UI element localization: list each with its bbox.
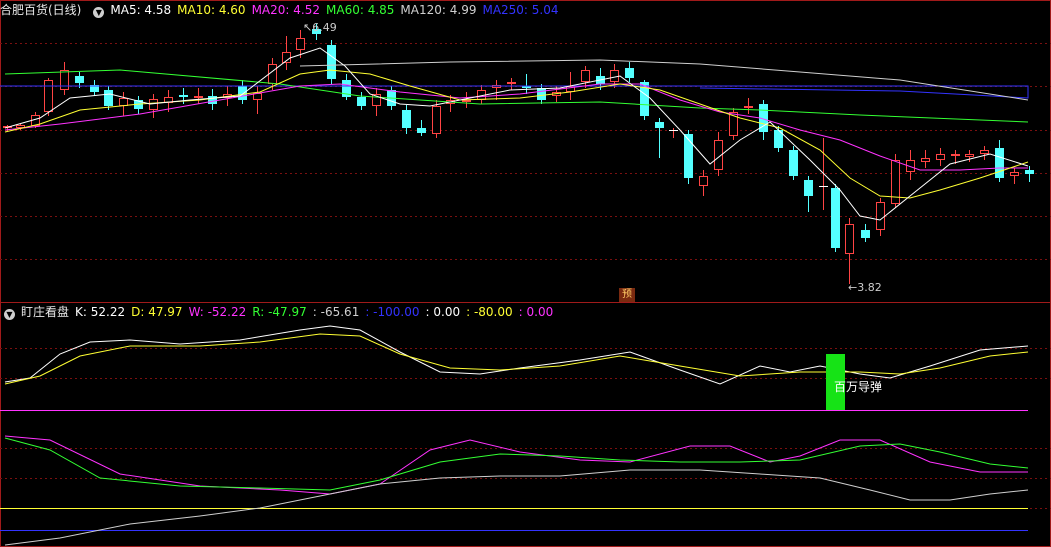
candle-body [537, 88, 546, 100]
indicator-value-2: W: -52.22 [188, 305, 247, 319]
r-line [4, 437, 1029, 491]
indicator-value-3: R: -47.97 [252, 305, 307, 319]
ma-legend-item-1: MA10: 4.60 [177, 3, 246, 17]
k-line [4, 325, 1029, 385]
candle-body [965, 154, 974, 157]
candle-body [655, 122, 664, 128]
candle-body [44, 80, 53, 112]
chart-frame [0, 0, 1051, 547]
high-price-label: ↖6.49 [303, 21, 337, 34]
kline-chart[interactable] [0, 0, 1051, 547]
candle-body [581, 70, 590, 82]
candle-body [507, 82, 516, 84]
candle-body [60, 70, 69, 90]
ma-legend-item-5: MA250: 5.04 [482, 3, 559, 17]
ma10-line [4, 69, 1029, 199]
candle-body [951, 154, 960, 156]
candle-body [119, 98, 128, 106]
forecast-badge[interactable]: 预 [619, 288, 635, 302]
candle-body [684, 134, 693, 178]
candle-body [104, 90, 113, 106]
candle-body [179, 95, 188, 97]
candle-body [921, 158, 930, 162]
candle-body [995, 148, 1004, 178]
candle-body [804, 180, 813, 196]
high-price-value: 6.49 [312, 21, 337, 34]
indicator-value-6: : 0.00 [425, 305, 461, 319]
indicator-value-1: D: 47.97 [131, 305, 183, 319]
indicator-value-5: : -100.00 [365, 305, 420, 319]
indicator-header: ▼ 盯庄看盘 K: 52.22 D: 47.97 W: -52.22 R: -47.97:… [0, 304, 559, 320]
stock-title: 合肥百货(日线) [0, 3, 82, 17]
ma-legend-item-0: MA5: 4.58 [110, 3, 172, 17]
candle-body [831, 188, 840, 248]
d-line [4, 333, 1029, 385]
candle-body [327, 45, 336, 79]
candle-body [238, 86, 247, 100]
candle-body [149, 99, 158, 110]
candle-body [845, 224, 854, 254]
indicator-toggle-icon[interactable]: ▼ [4, 309, 15, 320]
candle-body [1010, 172, 1019, 176]
signal-label: 百万导弹 [834, 380, 883, 394]
candle-body [744, 106, 753, 108]
ma20-line [4, 83, 1028, 171]
indicator-value-8: : 0.00 [518, 305, 554, 319]
candle-body [208, 96, 217, 104]
main-chart-header: 合肥百货(日线) ▼ MA5: 4.58 MA10: 4.60 MA20: 4.52 MA… [0, 2, 565, 18]
candle-body [296, 38, 305, 50]
low-price-label: ←3.82 [848, 281, 882, 294]
candle-body [936, 154, 945, 160]
candle-body [357, 97, 366, 106]
candle-body [402, 110, 411, 128]
candle-body [980, 150, 989, 154]
ma-legend-item-3: MA60: 4.85 [326, 3, 395, 17]
candle-body [75, 76, 84, 83]
w-line [4, 435, 1028, 495]
candle-body [699, 176, 708, 186]
candle-body [432, 106, 441, 134]
collapse-toggle-icon[interactable]: ▼ [93, 7, 105, 18]
candle-body [610, 70, 619, 82]
candle-body [789, 150, 798, 176]
ma-legend-item-4: MA120: 4.99 [400, 3, 477, 17]
gray-line [4, 469, 1029, 546]
candle-body [876, 202, 885, 230]
ma-legend-item-2: MA20: 4.52 [251, 3, 320, 17]
candle-body [462, 100, 471, 102]
candle-body [861, 230, 870, 238]
candle-body [1025, 170, 1034, 174]
ma250-line [0, 85, 1029, 99]
indicator-value-0: K: 52.22 [75, 305, 126, 319]
candle-body [16, 125, 25, 128]
indicator-value-4: : -65.61 [312, 305, 360, 319]
indicator-legend: K: 52.22 D: 47.97 W: -52.22 R: -47.97 : -65.… [75, 305, 559, 319]
candle-body [625, 68, 634, 78]
ma-legend: MA5: 4.58 MA10: 4.60 MA20: 4.52 MA60: 4.85 M… [110, 3, 564, 17]
indicator-title: 盯庄看盘 [21, 305, 70, 319]
candle-body [417, 128, 426, 133]
indicator-value-7: : -80.00 [466, 305, 513, 319]
candle-body [194, 96, 203, 98]
low-price-value: 3.82 [857, 281, 882, 294]
